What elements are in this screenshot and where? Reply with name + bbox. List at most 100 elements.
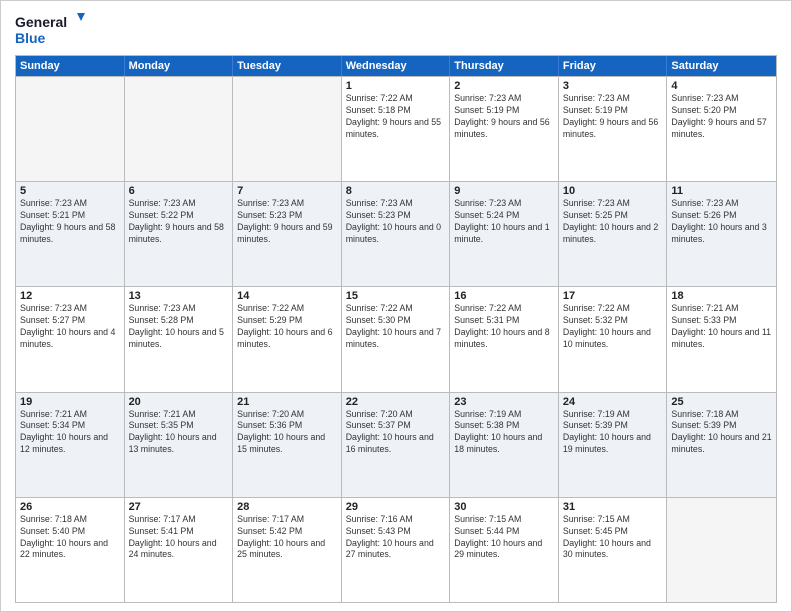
day-number: 26 [20, 501, 120, 513]
calendar: SundayMondayTuesdayWednesdayThursdayFrid… [15, 55, 777, 603]
day-number: 8 [346, 185, 446, 197]
day-cell-10: 10Sunrise: 7:23 AM Sunset: 5:25 PM Dayli… [559, 182, 668, 286]
day-cell-28: 28Sunrise: 7:17 AM Sunset: 5:42 PM Dayli… [233, 498, 342, 602]
day-cell-22: 22Sunrise: 7:20 AM Sunset: 5:37 PM Dayli… [342, 393, 451, 497]
day-cell-3: 3Sunrise: 7:23 AM Sunset: 5:19 PM Daylig… [559, 77, 668, 181]
calendar-header-row: SundayMondayTuesdayWednesdayThursdayFrid… [16, 56, 776, 76]
day-number: 18 [671, 290, 772, 302]
day-detail: Sunrise: 7:23 AM Sunset: 5:20 PM Dayligh… [671, 93, 772, 141]
day-detail: Sunrise: 7:23 AM Sunset: 5:19 PM Dayligh… [563, 93, 663, 141]
day-detail: Sunrise: 7:22 AM Sunset: 5:18 PM Dayligh… [346, 93, 446, 141]
day-detail: Sunrise: 7:22 AM Sunset: 5:29 PM Dayligh… [237, 303, 337, 351]
day-number: 7 [237, 185, 337, 197]
day-number: 25 [671, 396, 772, 408]
day-detail: Sunrise: 7:22 AM Sunset: 5:30 PM Dayligh… [346, 303, 446, 351]
svg-text:General: General [15, 14, 67, 30]
day-number: 6 [129, 185, 229, 197]
calendar-row-2: 5Sunrise: 7:23 AM Sunset: 5:21 PM Daylig… [16, 181, 776, 286]
day-detail: Sunrise: 7:23 AM Sunset: 5:24 PM Dayligh… [454, 198, 554, 246]
day-number: 11 [671, 185, 772, 197]
header-day-monday: Monday [125, 56, 234, 76]
day-detail: Sunrise: 7:20 AM Sunset: 5:36 PM Dayligh… [237, 409, 337, 457]
day-number: 9 [454, 185, 554, 197]
day-cell-5: 5Sunrise: 7:23 AM Sunset: 5:21 PM Daylig… [16, 182, 125, 286]
day-detail: Sunrise: 7:23 AM Sunset: 5:23 PM Dayligh… [237, 198, 337, 246]
day-cell-9: 9Sunrise: 7:23 AM Sunset: 5:24 PM Daylig… [450, 182, 559, 286]
day-number: 19 [20, 396, 120, 408]
day-number: 28 [237, 501, 337, 513]
day-detail: Sunrise: 7:17 AM Sunset: 5:42 PM Dayligh… [237, 514, 337, 562]
day-cell-13: 13Sunrise: 7:23 AM Sunset: 5:28 PM Dayli… [125, 287, 234, 391]
header-day-wednesday: Wednesday [342, 56, 451, 76]
day-cell-31: 31Sunrise: 7:15 AM Sunset: 5:45 PM Dayli… [559, 498, 668, 602]
header-day-thursday: Thursday [450, 56, 559, 76]
day-detail: Sunrise: 7:15 AM Sunset: 5:44 PM Dayligh… [454, 514, 554, 562]
day-detail: Sunrise: 7:20 AM Sunset: 5:37 PM Dayligh… [346, 409, 446, 457]
day-detail: Sunrise: 7:22 AM Sunset: 5:32 PM Dayligh… [563, 303, 663, 351]
day-cell-18: 18Sunrise: 7:21 AM Sunset: 5:33 PM Dayli… [667, 287, 776, 391]
empty-cell [233, 77, 342, 181]
day-number: 10 [563, 185, 663, 197]
day-cell-15: 15Sunrise: 7:22 AM Sunset: 5:30 PM Dayli… [342, 287, 451, 391]
day-detail: Sunrise: 7:18 AM Sunset: 5:40 PM Dayligh… [20, 514, 120, 562]
empty-cell [125, 77, 234, 181]
day-cell-26: 26Sunrise: 7:18 AM Sunset: 5:40 PM Dayli… [16, 498, 125, 602]
day-cell-6: 6Sunrise: 7:23 AM Sunset: 5:22 PM Daylig… [125, 182, 234, 286]
day-number: 30 [454, 501, 554, 513]
day-cell-20: 20Sunrise: 7:21 AM Sunset: 5:35 PM Dayli… [125, 393, 234, 497]
day-number: 4 [671, 80, 772, 92]
day-cell-1: 1Sunrise: 7:22 AM Sunset: 5:18 PM Daylig… [342, 77, 451, 181]
day-cell-2: 2Sunrise: 7:23 AM Sunset: 5:19 PM Daylig… [450, 77, 559, 181]
calendar-row-5: 26Sunrise: 7:18 AM Sunset: 5:40 PM Dayli… [16, 497, 776, 602]
header-day-sunday: Sunday [16, 56, 125, 76]
day-detail: Sunrise: 7:21 AM Sunset: 5:33 PM Dayligh… [671, 303, 772, 351]
day-number: 31 [563, 501, 663, 513]
day-cell-11: 11Sunrise: 7:23 AM Sunset: 5:26 PM Dayli… [667, 182, 776, 286]
day-number: 13 [129, 290, 229, 302]
day-cell-4: 4Sunrise: 7:23 AM Sunset: 5:20 PM Daylig… [667, 77, 776, 181]
day-number: 5 [20, 185, 120, 197]
day-cell-21: 21Sunrise: 7:20 AM Sunset: 5:36 PM Dayli… [233, 393, 342, 497]
day-cell-17: 17Sunrise: 7:22 AM Sunset: 5:32 PM Dayli… [559, 287, 668, 391]
day-detail: Sunrise: 7:23 AM Sunset: 5:21 PM Dayligh… [20, 198, 120, 246]
day-cell-24: 24Sunrise: 7:19 AM Sunset: 5:39 PM Dayli… [559, 393, 668, 497]
day-cell-25: 25Sunrise: 7:18 AM Sunset: 5:39 PM Dayli… [667, 393, 776, 497]
day-number: 15 [346, 290, 446, 302]
day-cell-14: 14Sunrise: 7:22 AM Sunset: 5:29 PM Dayli… [233, 287, 342, 391]
day-number: 21 [237, 396, 337, 408]
day-number: 20 [129, 396, 229, 408]
header-day-tuesday: Tuesday [233, 56, 342, 76]
day-cell-23: 23Sunrise: 7:19 AM Sunset: 5:38 PM Dayli… [450, 393, 559, 497]
day-number: 3 [563, 80, 663, 92]
day-number: 12 [20, 290, 120, 302]
logo: General Blue [15, 11, 85, 49]
day-number: 14 [237, 290, 337, 302]
day-detail: Sunrise: 7:23 AM Sunset: 5:28 PM Dayligh… [129, 303, 229, 351]
day-number: 22 [346, 396, 446, 408]
day-detail: Sunrise: 7:23 AM Sunset: 5:23 PM Dayligh… [346, 198, 446, 246]
day-number: 16 [454, 290, 554, 302]
header-day-friday: Friday [559, 56, 668, 76]
day-number: 2 [454, 80, 554, 92]
day-cell-30: 30Sunrise: 7:15 AM Sunset: 5:44 PM Dayli… [450, 498, 559, 602]
day-detail: Sunrise: 7:23 AM Sunset: 5:26 PM Dayligh… [671, 198, 772, 246]
day-number: 17 [563, 290, 663, 302]
day-detail: Sunrise: 7:23 AM Sunset: 5:25 PM Dayligh… [563, 198, 663, 246]
day-detail: Sunrise: 7:21 AM Sunset: 5:35 PM Dayligh… [129, 409, 229, 457]
svg-text:Blue: Blue [15, 30, 46, 46]
day-detail: Sunrise: 7:19 AM Sunset: 5:39 PM Dayligh… [563, 409, 663, 457]
day-cell-7: 7Sunrise: 7:23 AM Sunset: 5:23 PM Daylig… [233, 182, 342, 286]
calendar-row-1: 1Sunrise: 7:22 AM Sunset: 5:18 PM Daylig… [16, 76, 776, 181]
day-number: 27 [129, 501, 229, 513]
day-cell-8: 8Sunrise: 7:23 AM Sunset: 5:23 PM Daylig… [342, 182, 451, 286]
day-detail: Sunrise: 7:15 AM Sunset: 5:45 PM Dayligh… [563, 514, 663, 562]
day-cell-29: 29Sunrise: 7:16 AM Sunset: 5:43 PM Dayli… [342, 498, 451, 602]
day-detail: Sunrise: 7:18 AM Sunset: 5:39 PM Dayligh… [671, 409, 772, 457]
day-cell-27: 27Sunrise: 7:17 AM Sunset: 5:41 PM Dayli… [125, 498, 234, 602]
day-cell-19: 19Sunrise: 7:21 AM Sunset: 5:34 PM Dayli… [16, 393, 125, 497]
day-number: 29 [346, 501, 446, 513]
day-detail: Sunrise: 7:23 AM Sunset: 5:19 PM Dayligh… [454, 93, 554, 141]
day-number: 1 [346, 80, 446, 92]
day-cell-12: 12Sunrise: 7:23 AM Sunset: 5:27 PM Dayli… [16, 287, 125, 391]
calendar-body: 1Sunrise: 7:22 AM Sunset: 5:18 PM Daylig… [16, 76, 776, 602]
